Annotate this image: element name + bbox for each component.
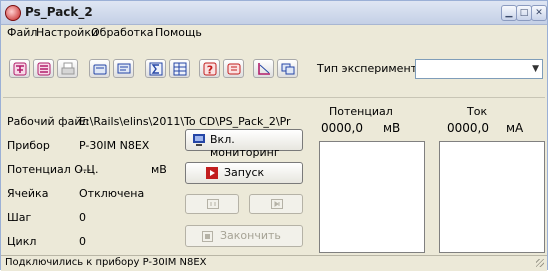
cycle-label: Цикл [7, 235, 37, 248]
help-icon[interactable]: ? [199, 59, 220, 78]
main-window: Ps_Pack_2 ▁ □ ✕ Файл Настройки Обработка… [0, 0, 548, 271]
toolbar: ? Тип эксперимента ▼ [1, 45, 547, 83]
next-step-button[interactable] [249, 194, 303, 214]
ocp-unit: мВ [151, 163, 167, 176]
title-bar: Ps_Pack_2 ▁ □ ✕ [1, 1, 547, 25]
calc-icon[interactable] [223, 59, 244, 78]
ocp-value: --- [79, 163, 91, 176]
svg-text:?: ? [207, 64, 213, 77]
finish-button[interactable]: Закончить [185, 225, 303, 247]
maximize-button[interactable]: □ [516, 5, 532, 21]
monitor-icon [193, 134, 205, 146]
print-icon[interactable] [57, 59, 78, 78]
device-icon[interactable] [89, 59, 110, 78]
pause-icon [207, 199, 219, 209]
potential-plot [319, 141, 425, 253]
menu-settings[interactable]: Настройки [36, 26, 98, 39]
current-value: 0000,0 [447, 121, 489, 135]
pause-button[interactable] [185, 194, 239, 214]
cycle-value: 0 [79, 235, 86, 248]
menu-file[interactable]: Файл [7, 26, 37, 39]
monitoring-button-label: Вкл. мониторинг [210, 133, 280, 159]
app-icon [5, 5, 21, 21]
sum-icon[interactable] [145, 59, 166, 78]
experiment-type-select[interactable]: ▼ [415, 59, 543, 79]
monitoring-button[interactable]: Вкл. мониторинг [185, 129, 303, 159]
finish-button-label: Закончить [220, 229, 281, 242]
step-label: Шаг [7, 211, 32, 224]
start-button[interactable]: Запуск [185, 162, 303, 184]
window-title: Ps_Pack_2 [25, 5, 93, 19]
play-icon [206, 167, 218, 179]
menu-processing[interactable]: Обработка [91, 26, 153, 39]
potential-value: 0000,0 [321, 121, 363, 135]
step-forward-icon [271, 199, 283, 209]
minimize-button[interactable]: ▁ [501, 5, 517, 21]
step-value: 0 [79, 211, 86, 224]
work-file-label: Рабочий файл [7, 115, 89, 128]
current-plot [439, 141, 545, 253]
divider [3, 97, 545, 98]
menu-help[interactable]: Помощь [155, 26, 202, 39]
resize-grip[interactable] [536, 259, 544, 267]
stop-icon [202, 231, 213, 242]
cell-label: Ячейка [7, 187, 49, 200]
monitor-icon[interactable] [113, 59, 134, 78]
chevron-down-icon[interactable]: ▼ [532, 64, 539, 74]
current-unit: мА [506, 121, 524, 135]
work-file-value: E:\Rails\elins\2011\To CD\PS_Pack_2\Pr [79, 115, 291, 128]
table-icon[interactable] [169, 59, 190, 78]
experiment-type-label: Тип эксперимента [317, 62, 424, 75]
config-record-icon[interactable] [33, 59, 54, 78]
status-bar: Подключились к прибору P-30IM N8EX [1, 255, 547, 271]
device-label: Прибор [7, 139, 50, 152]
windows-icon[interactable] [277, 59, 298, 78]
potential-unit: мВ [383, 121, 401, 135]
start-button-label: Запуск [224, 166, 265, 179]
config-device-icon[interactable] [9, 59, 30, 78]
current-title: Ток [467, 105, 488, 118]
device-value: P-30IM N8EX [79, 139, 150, 152]
close-button[interactable]: ✕ [531, 5, 547, 21]
menu-bar: Файл Настройки Обработка Помощь [1, 24, 547, 42]
cell-value: Отключена [79, 187, 145, 200]
potential-title: Потенциал [329, 105, 393, 118]
chart-icon[interactable] [253, 59, 274, 78]
status-text: Подключились к прибору P-30IM N8EX [5, 257, 207, 268]
